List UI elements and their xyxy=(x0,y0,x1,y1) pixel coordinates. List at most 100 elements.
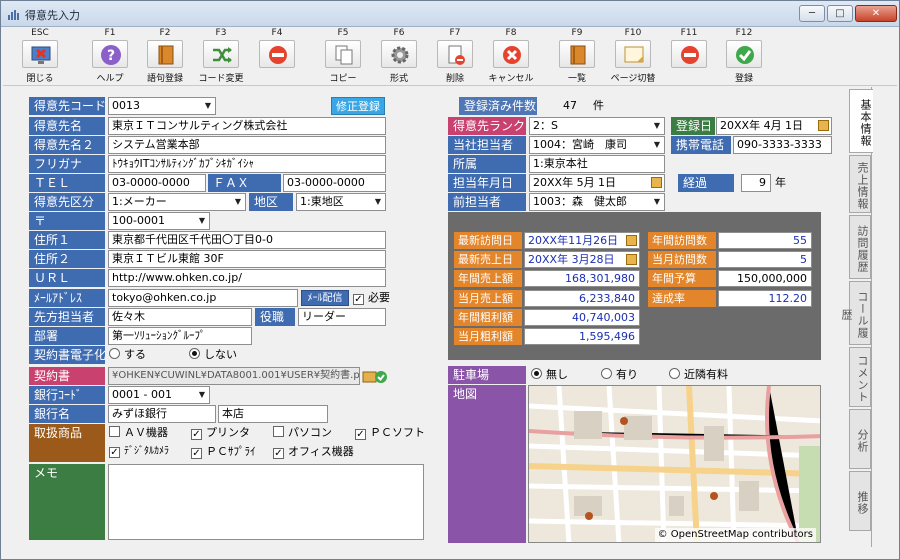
tab-basic-info[interactable]: 基本情報 xyxy=(849,89,873,153)
calendar-icon[interactable] xyxy=(651,177,662,188)
last-visit-field[interactable]: 20XX年11月26日 xyxy=(524,232,640,249)
address2-field[interactable]: 東京ＩＴビル東館 30F xyxy=(108,250,386,268)
code-change-button[interactable]: F3 コード変更 xyxy=(196,28,246,86)
year-sales-value: 168,301,980 xyxy=(524,270,640,287)
product-printer-checkbox[interactable]: ✓ プリンタ xyxy=(191,424,250,442)
parking-none-radio[interactable]: 無し xyxy=(531,366,568,384)
contract-file-path[interactable]: ¥OHKEN¥CUWINL¥DATA8001.001¥USER¥契約書.pdf xyxy=(108,367,360,385)
product-camera-checkbox[interactable]: ✓ ﾃﾞｼﾞﾀﾙｶﾒﾗ xyxy=(109,443,169,461)
calendar-icon[interactable] xyxy=(818,120,829,131)
position-field[interactable]: リーダー xyxy=(298,308,386,326)
mail-delivery-button[interactable]: ﾒｰﾙ配信 xyxy=(301,290,349,306)
page-switch-button[interactable]: F10 ページ切替 xyxy=(608,28,658,86)
minimize-button[interactable]: ─ xyxy=(799,5,825,22)
tab-visit-history[interactable]: 訪問履歴 xyxy=(849,215,871,279)
toolbar-label: ページ切替 xyxy=(610,74,656,84)
f4-button[interactable]: F4 xyxy=(252,28,302,86)
bank-name-label: 銀行名 xyxy=(29,405,105,423)
branch-name-field[interactable]: 本店 xyxy=(218,405,328,423)
radio-label: 有り xyxy=(616,368,638,381)
last-sale-field[interactable]: 20XX年 3月28日 xyxy=(524,251,640,268)
assign-date-field[interactable]: 20XX年 5月 1日 xyxy=(529,174,665,192)
furigana-label: フリガナ xyxy=(29,155,105,173)
radio-label: する xyxy=(124,348,146,361)
product-office-checkbox[interactable]: ✓ オフィス機器 xyxy=(273,443,354,461)
department-field[interactable]: 第一ｿﾘｭｰｼｮﾝｸﾞﾙｰﾌﾟ xyxy=(108,327,252,345)
radio-label: 近隣有料 xyxy=(684,368,728,381)
customer-name2-field[interactable]: システム営業本部 xyxy=(108,136,386,154)
tab-comment[interactable]: コメント xyxy=(849,347,871,407)
map-label: 地図 xyxy=(448,385,526,543)
customer-rank-select[interactable]: 2：S ▼ xyxy=(529,117,665,135)
fkey-label: ESC xyxy=(31,28,49,38)
tab-call-history[interactable]: コール履歴 xyxy=(840,281,871,345)
customer-name-field[interactable]: 東京ＩＴコンサルティング株式会社 xyxy=(108,117,386,135)
calendar-icon[interactable] xyxy=(626,235,637,246)
elapsed-field[interactable]: 9 xyxy=(741,174,771,192)
cancel-button[interactable]: F8 キャンセル xyxy=(486,28,536,86)
bank-name-field[interactable]: みずほ銀行 xyxy=(108,405,216,423)
product-pcsoft-checkbox[interactable]: ✓ ＰＣソフト xyxy=(355,424,425,442)
help-button[interactable]: F1 ? ヘルプ xyxy=(85,28,135,86)
area-select[interactable]: 1:東地区 ▼ xyxy=(296,193,386,211)
maximize-button[interactable]: □ xyxy=(827,5,853,22)
tab-analysis[interactable]: 分析 xyxy=(849,409,871,469)
folder-check-icon[interactable] xyxy=(362,368,388,384)
list-button[interactable]: F9 一覧 xyxy=(552,28,602,86)
assign-date-label: 担当年月日 xyxy=(448,174,526,192)
product-av-checkbox[interactable]: ＡＶ機器 xyxy=(109,424,168,442)
url-field[interactable]: http://www.ohken.co.jp/ xyxy=(108,269,386,287)
area-value: 1:東地区 xyxy=(300,195,344,208)
parking-nearby-radio[interactable]: 近隣有料 xyxy=(669,366,728,384)
calendar-icon[interactable] xyxy=(626,254,637,265)
address1-field[interactable]: 東京都千代田区千代田〇丁目0-0 xyxy=(108,231,386,249)
format-button[interactable]: F6 形式 xyxy=(374,28,424,86)
last-visit-label: 最新訪問日 xyxy=(454,232,522,249)
prev-staff-select[interactable]: 1003：森 健太郎 ▼ xyxy=(529,193,665,211)
register-date-field[interactable]: 20XX年 4月 1日 xyxy=(716,117,832,135)
modify-register-button[interactable]: 修正登録 xyxy=(331,97,385,115)
memo-textarea[interactable] xyxy=(108,464,424,540)
product-pc-checkbox[interactable]: パソコン xyxy=(273,424,332,442)
achievement-label: 達成率 xyxy=(648,290,716,307)
mail-required-checkbox[interactable]: ✓ 必要 xyxy=(353,289,390,307)
customer-code-select[interactable]: 0013 ▼ xyxy=(108,97,216,115)
tab-trend[interactable]: 推移 xyxy=(849,471,871,531)
app-icon xyxy=(8,10,19,20)
email-label: ﾒｰﾙｱﾄﾞﾚｽ xyxy=(29,289,105,307)
our-staff-select[interactable]: 1004：宮崎 康司 ▼ xyxy=(529,136,665,154)
customer-rank-label: 得意先ランク xyxy=(448,117,526,135)
product-pcsupply-checkbox[interactable]: ✓ ＰＣｻﾌﾟﾗｲ xyxy=(191,443,256,461)
email-field[interactable]: tokyo@ohken.co.jp xyxy=(108,289,298,307)
contract-digital-no-radio[interactable]: しない xyxy=(189,346,237,364)
page-switch-icon xyxy=(615,40,651,68)
zip-select[interactable]: 100-0001 ▼ xyxy=(108,212,210,230)
customer-name2-label: 得意先名２ xyxy=(29,136,105,154)
customer-category-label: 得意先区分 xyxy=(29,193,105,211)
copy-button[interactable]: F5 コピー xyxy=(318,28,368,86)
fax-field[interactable]: 03-0000-0000 xyxy=(283,174,386,192)
close-window-button[interactable]: ✕ xyxy=(855,5,897,22)
contact-person-field[interactable]: 佐々木 xyxy=(108,308,252,326)
last-sale-value: 20XX年 3月28日 xyxy=(528,253,615,266)
department-label: 部署 xyxy=(29,327,105,345)
glossary-register-button[interactable]: F2 語句登録 xyxy=(140,28,190,86)
contract-digital-yes-radio[interactable]: する xyxy=(109,346,146,364)
mobile-field[interactable]: 090-3333-3333 xyxy=(733,136,832,154)
furigana-field[interactable]: ﾄｳｷｮｳITｺﾝｻﾙﾃｨﾝｸﾞｶﾌﾞｼｷｶﾞｲｼｬ xyxy=(108,155,386,173)
close-button[interactable]: ESC 閉じる xyxy=(15,28,65,86)
register-button[interactable]: F12 登録 xyxy=(719,28,769,86)
bank-code-select[interactable]: 0001 - 001 ▼ xyxy=(108,386,210,404)
month-sales-value: 6,233,840 xyxy=(524,290,640,307)
toolbar-label: ヘルプ xyxy=(96,74,124,84)
customer-category-select[interactable]: 1:メーカー ▼ xyxy=(108,193,246,211)
f11-button[interactable]: F11 xyxy=(664,28,714,86)
tab-sales-info[interactable]: 売上情報 xyxy=(849,155,871,213)
delete-button[interactable]: F7 削除 xyxy=(430,28,480,86)
map-view[interactable]: © OpenStreetMap contributors xyxy=(528,385,821,543)
tel-field[interactable]: 03-0000-0000 xyxy=(108,174,206,192)
tab-divider xyxy=(871,87,872,547)
office-field[interactable]: 1:東京本社 xyxy=(529,155,665,173)
toolbar-label: コード変更 xyxy=(198,74,244,84)
parking-yes-radio[interactable]: 有り xyxy=(601,366,638,384)
